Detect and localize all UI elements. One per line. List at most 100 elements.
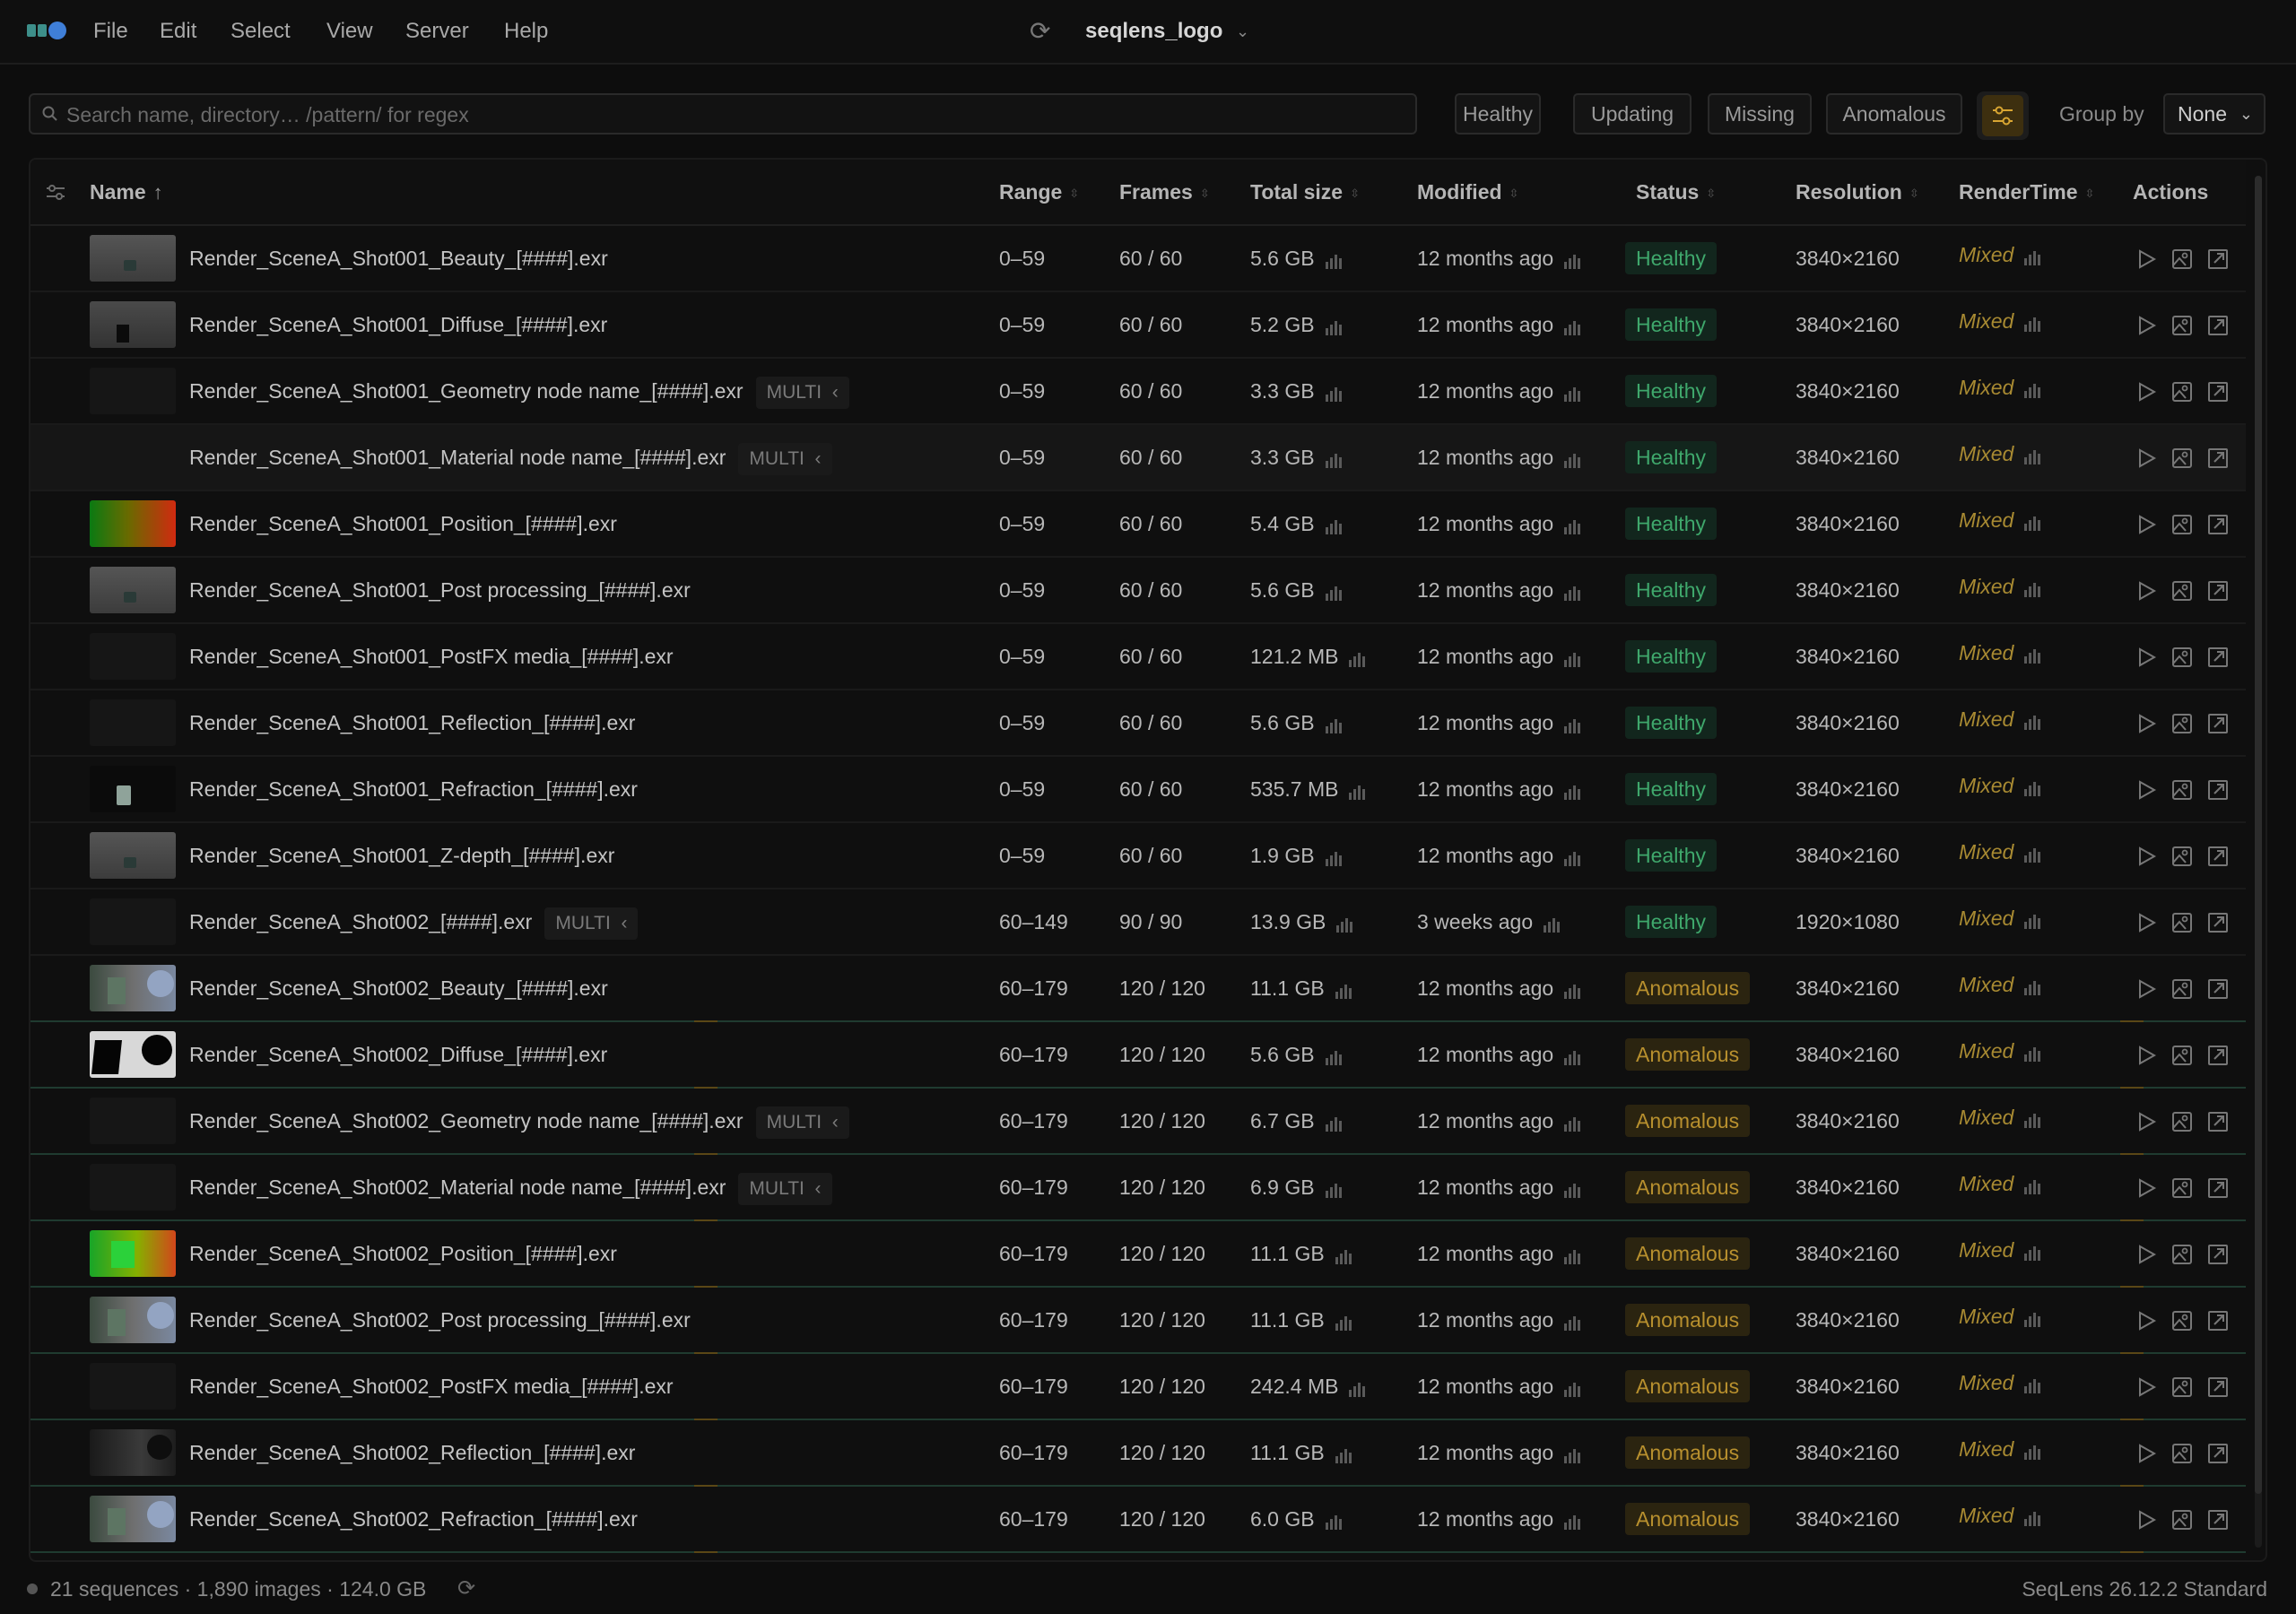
stats-icon[interactable] — [2024, 513, 2042, 531]
group-by-select[interactable]: None ⌄ — [2163, 93, 2266, 134]
stats-icon[interactable] — [1325, 1047, 1344, 1065]
multi-badge[interactable]: MULTI ‹ — [738, 442, 832, 475]
open-external-icon[interactable] — [2206, 778, 2230, 802]
table-row[interactable]: Render_SceneA_Shot002_Refraction_[####].… — [30, 1487, 2246, 1553]
play-icon[interactable] — [2135, 712, 2158, 735]
filter-anomalous-button[interactable]: Anomalous — [1826, 93, 1962, 134]
sequence-thumbnail[interactable] — [90, 699, 176, 746]
sequence-thumbnail[interactable] — [90, 1297, 176, 1343]
stats-icon[interactable] — [1564, 782, 1582, 800]
sequence-name-cell[interactable]: Render_SceneA_Shot002_Post processing_[#… — [189, 1288, 691, 1352]
stats-icon[interactable] — [1325, 516, 1344, 534]
stats-icon[interactable] — [1564, 384, 1582, 402]
play-icon[interactable] — [2135, 380, 2158, 404]
stats-icon[interactable] — [1564, 1114, 1582, 1132]
table-row[interactable]: Render_SceneA_Shot002_Beauty_[####].exr 6… — [30, 956, 2246, 1022]
play-icon[interactable] — [2135, 579, 2158, 603]
open-external-icon[interactable] — [2206, 911, 2230, 934]
stats-icon[interactable] — [2024, 778, 2042, 796]
stats-icon[interactable] — [1564, 1047, 1582, 1065]
open-external-icon[interactable] — [2206, 314, 2230, 337]
sequence-thumbnail[interactable] — [90, 1098, 176, 1144]
stats-icon[interactable] — [2024, 911, 2042, 929]
sequence-thumbnail[interactable] — [90, 1230, 176, 1277]
image-icon[interactable] — [2170, 845, 2194, 868]
table-row[interactable]: Render_SceneA_Shot002_Material node name… — [30, 1155, 2246, 1221]
sequence-thumbnail[interactable] — [90, 633, 176, 680]
table-row[interactable]: Render_SceneA_Shot002_Diffuse_[####].exr… — [30, 1022, 2246, 1089]
play-icon[interactable] — [2135, 845, 2158, 868]
menu-select[interactable]: Select — [230, 0, 291, 63]
column-total-size[interactable]: Total size ⇳ — [1250, 160, 1360, 224]
table-row[interactable]: Render_SceneA_Shot002_Post processing_[#… — [30, 1288, 2246, 1354]
sequence-thumbnail[interactable] — [90, 1031, 176, 1078]
table-row[interactable]: Render_SceneA_Shot001_Material node name… — [30, 425, 2246, 491]
sequence-name-cell[interactable]: Render_SceneA_Shot002_Position_[####].ex… — [189, 1221, 617, 1286]
image-icon[interactable] — [2170, 712, 2194, 735]
stats-icon[interactable] — [1335, 1313, 1353, 1331]
sequence-name-cell[interactable]: Render_SceneA_Shot002_Beauty_[####].exr — [189, 956, 608, 1020]
stats-icon[interactable] — [1564, 1180, 1582, 1198]
multi-badge[interactable]: MULTI ‹ — [738, 1172, 832, 1205]
stats-icon[interactable] — [1325, 1180, 1344, 1198]
open-external-icon[interactable] — [2206, 977, 2230, 1001]
filter-healthy-button[interactable]: Healthy — [1455, 93, 1541, 134]
open-external-icon[interactable] — [2206, 1176, 2230, 1200]
open-external-icon[interactable] — [2206, 1044, 2230, 1067]
sequence-thumbnail[interactable] — [90, 1429, 176, 1476]
table-row[interactable]: Render_SceneA_Shot001_Diffuse_[####].exr… — [30, 292, 2246, 359]
table-row[interactable]: Render_SceneA_Shot002_Reflection_[####].… — [30, 1420, 2246, 1487]
sequence-thumbnail[interactable] — [90, 766, 176, 812]
stats-icon[interactable] — [2024, 1442, 2042, 1460]
sequence-name-cell[interactable]: Render_SceneA_Shot002_PostFX media_[####… — [189, 1354, 674, 1419]
open-external-icon[interactable] — [2206, 1508, 2230, 1532]
stats-icon[interactable] — [2024, 1508, 2042, 1526]
stats-icon[interactable] — [2024, 712, 2042, 730]
table-row[interactable]: Render_SceneA_Shot001_Z-depth_[####].exr… — [30, 823, 2246, 889]
open-external-icon[interactable] — [2206, 712, 2230, 735]
open-external-icon[interactable] — [2206, 1243, 2230, 1266]
stats-icon[interactable] — [2024, 977, 2042, 995]
sequence-name-cell[interactable]: Render_SceneA_Shot001_Reflection_[####].… — [189, 690, 635, 755]
stats-icon[interactable] — [2024, 1375, 2042, 1393]
column-settings-icon[interactable] — [43, 179, 68, 204]
stats-icon[interactable] — [1564, 1246, 1582, 1264]
play-icon[interactable] — [2135, 1176, 2158, 1200]
open-external-icon[interactable] — [2206, 513, 2230, 536]
open-external-icon[interactable] — [2206, 646, 2230, 669]
stats-icon[interactable] — [1564, 649, 1582, 667]
stats-icon[interactable] — [1335, 981, 1353, 999]
image-icon[interactable] — [2170, 1375, 2194, 1399]
sequence-thumbnail[interactable] — [90, 1496, 176, 1542]
table-row[interactable]: Render_SceneA_Shot002_PostFX media_[####… — [30, 1354, 2246, 1420]
open-external-icon[interactable] — [2206, 380, 2230, 404]
open-external-icon[interactable] — [2206, 845, 2230, 868]
sequence-name-cell[interactable]: Render_SceneA_Shot001_Diffuse_[####].exr — [189, 292, 607, 357]
open-external-icon[interactable] — [2206, 1110, 2230, 1133]
stats-icon[interactable] — [1349, 1379, 1367, 1397]
table-row[interactable]: Render_SceneA_Shot002_[####].exr MULTI ‹ 6… — [30, 889, 2246, 956]
play-icon[interactable] — [2135, 513, 2158, 536]
multi-badge[interactable]: MULTI ‹ — [755, 376, 849, 409]
stats-icon[interactable] — [1564, 1313, 1582, 1331]
stats-icon[interactable] — [2024, 1110, 2042, 1128]
table-row[interactable]: Render_SceneA_Shot001_PostFX media_[####… — [30, 624, 2246, 690]
play-icon[interactable] — [2135, 1044, 2158, 1067]
stats-icon[interactable] — [1564, 1379, 1582, 1397]
sequence-thumbnail[interactable] — [90, 434, 176, 481]
stats-icon[interactable] — [1335, 1246, 1353, 1264]
play-icon[interactable] — [2135, 646, 2158, 669]
filter-updating-button[interactable]: Updating — [1573, 93, 1692, 134]
search-input[interactable] — [65, 95, 1396, 134]
stats-icon[interactable] — [2024, 1044, 2042, 1062]
play-icon[interactable] — [2135, 314, 2158, 337]
sequence-thumbnail[interactable] — [90, 898, 176, 945]
stats-icon[interactable] — [2024, 579, 2042, 597]
sequence-name-cell[interactable]: Render_SceneA_Shot002_Geometry node name… — [189, 1089, 849, 1153]
stats-icon[interactable] — [1564, 716, 1582, 733]
sequence-thumbnail[interactable] — [90, 965, 176, 1011]
stats-icon[interactable] — [1544, 915, 1561, 933]
refresh-icon[interactable]: ⟳ — [457, 1571, 475, 1607]
image-icon[interactable] — [2170, 1309, 2194, 1332]
stats-icon[interactable] — [2024, 1176, 2042, 1194]
